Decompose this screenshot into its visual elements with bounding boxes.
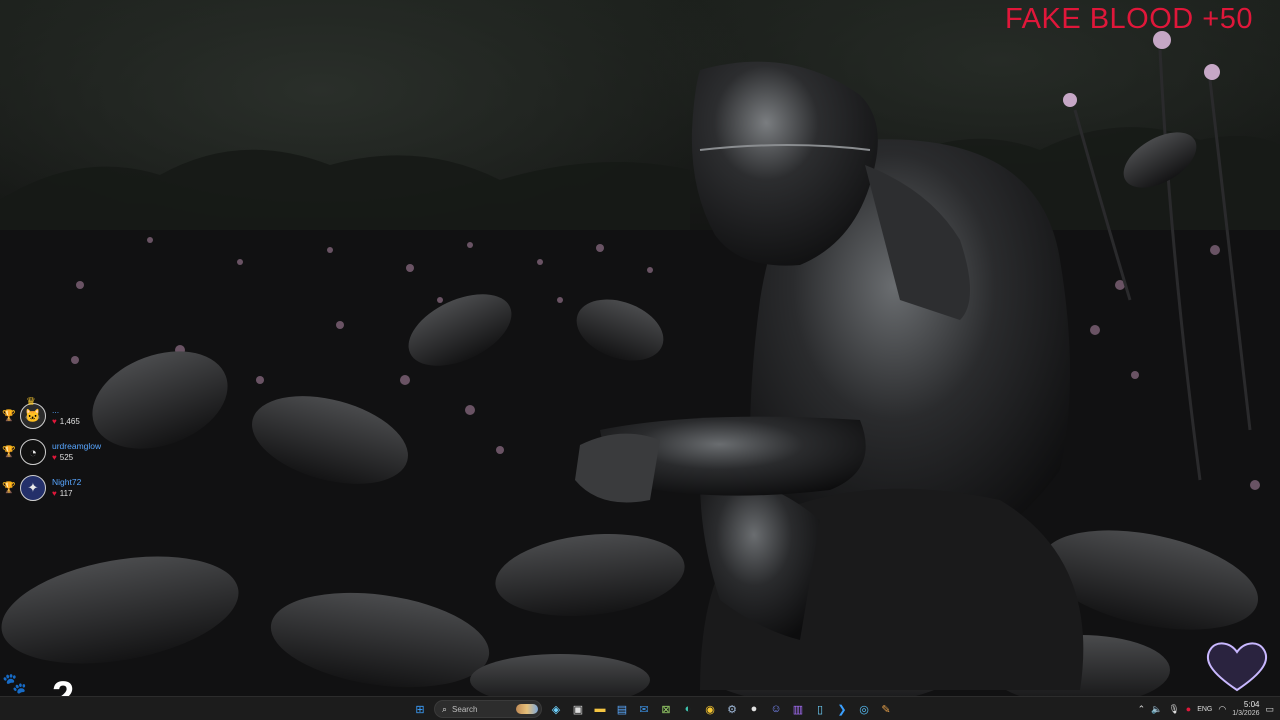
microphone-icon[interactable]: 🎙 (1168, 704, 1179, 715)
twitch-icon[interactable]: ▥ (788, 699, 808, 719)
notepad-icon[interactable]: ▯ (810, 699, 830, 719)
avatar: ✦ (20, 475, 46, 501)
app-tray-icon[interactable]: ● (1186, 704, 1191, 714)
search-box[interactable]: ⌕ Search (434, 700, 542, 718)
store-icon[interactable]: ▤ (612, 699, 632, 719)
chevron-up-icon[interactable]: ⌃ (1138, 704, 1146, 715)
system-tray: ⌃ 🔈 🎙 ● ENG ◠ 5:04 1/3/2026 ▭ (1138, 699, 1274, 719)
gift-leaderboard: 🏆 ♛ 🐱 ... ♥ 1,465 🏆 ◔ urdreamglow ♥ 525 🏆 ✦… (2, 396, 142, 506)
leaderboard-row: 🏆 ♛ 🐱 ... ♥ 1,465 (2, 396, 142, 434)
search-placeholder: Search (452, 704, 478, 714)
taskbar-apps: ⊞ ⌕ Search ◈ ▣ ▬ ▤ ✉ ⊠ ◐ ◉ ⚙ ● ☺ ▥ ▯ ❯ ◎… (410, 698, 896, 720)
outlook-icon[interactable]: ✉ (634, 699, 654, 719)
silver-trophy-icon: 🏆 (2, 446, 16, 458)
xbox-icon[interactable]: ⊠ (656, 699, 676, 719)
gold-trophy-icon: 🏆 (2, 410, 16, 422)
obs-icon[interactable]: ● (744, 699, 764, 719)
taskbar: ⊞ ⌕ Search ◈ ▣ ▬ ▤ ✉ ⊠ ◐ ◉ ⚙ ● ☺ ▥ ▯ ❯ ◎… (0, 696, 1280, 720)
speaker-icon[interactable]: 🔈 (1151, 704, 1162, 715)
avatar: ◔ (20, 439, 46, 465)
search-highlight-icon (516, 704, 538, 714)
knight-in-flower-field-image (0, 31, 1280, 696)
leaderboard-score: 117 (59, 489, 73, 498)
steam-icon[interactable]: ⚙ (722, 699, 742, 719)
edge-icon[interactable]: ◐ (678, 699, 698, 719)
extra-icon[interactable]: ✎ (876, 699, 896, 719)
language-indicator[interactable]: ENG (1197, 706, 1212, 713)
avatar: ♛ 🐱 (20, 396, 46, 429)
leaderboard-row: 🏆 ◔ urdreamglow ♥ 525 (2, 434, 142, 470)
heart-icon: ♥ (52, 453, 57, 462)
heart-icon (1206, 642, 1268, 692)
stream-alert-text: FAKE BLOOD +50 (1005, 3, 1253, 35)
wifi-icon[interactable]: ◠ (1218, 704, 1226, 715)
notification-icon[interactable]: ▭ (1265, 704, 1274, 715)
search-icon: ⌕ (442, 703, 448, 714)
start-icon[interactable]: ⊞ (410, 699, 430, 719)
desktop-wallpaper (0, 0, 1280, 696)
leaderboard-name: ... (52, 405, 60, 415)
leaderboard-name: Night72 (52, 477, 82, 487)
heart-icon: ♥ (52, 417, 57, 426)
discord-icon[interactable]: ☺ (766, 699, 786, 719)
bronze-trophy-icon: 🏆 (2, 482, 16, 494)
leaderboard-row: 🏆 ✦ Night72 ♥ 117 (2, 470, 142, 506)
leaderboard-score: 525 (59, 453, 74, 462)
chrome-icon[interactable]: ◉ (700, 699, 720, 719)
crown-icon: ♛ (26, 396, 36, 408)
task-view-icon[interactable]: ▣ (568, 699, 588, 719)
clock[interactable]: 5:04 1/3/2026 (1232, 700, 1259, 718)
spotify-icon[interactable]: ◎ (854, 699, 874, 719)
copilot-icon[interactable]: ◈ (546, 699, 566, 719)
leaderboard-score: 1,465 (59, 417, 80, 426)
streamer-avatar: 🐾 (2, 672, 27, 695)
heart-icon: ♥ (52, 489, 57, 498)
file-explorer-icon[interactable]: ▬ (590, 699, 610, 719)
leaderboard-name: urdreamglow (52, 441, 102, 451)
vscode-icon[interactable]: ❯ (832, 699, 852, 719)
